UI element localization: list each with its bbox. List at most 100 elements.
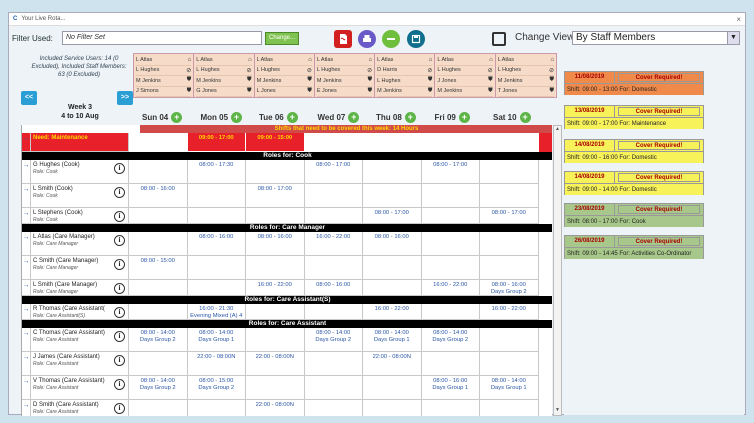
shift-cell[interactable]: 16:00 - 22:00: [304, 232, 363, 256]
staff-row[interactable]: G Jones ⛊: [196, 87, 252, 97]
shift-cell[interactable]: 16:00 - 21:30 Evening Mixed (A) 4: [187, 304, 246, 320]
staff-row[interactable]: M Jenkins ⛊: [196, 76, 252, 87]
staff-row[interactable]: E Jones ⛊: [316, 87, 373, 97]
add-icon[interactable]: +: [286, 111, 298, 123]
cover-required-badge[interactable]: Cover Required!: [618, 141, 700, 150]
shift-cell[interactable]: [421, 232, 480, 256]
row-expand-icon[interactable]: →: [22, 352, 31, 376]
staff-row[interactable]: L Atlas ⌂: [437, 55, 493, 66]
staff-row[interactable]: L Hughes ⛊: [377, 76, 433, 87]
shift-cell[interactable]: [422, 400, 480, 416]
info-icon[interactable]: i: [114, 211, 125, 222]
shift-cell[interactable]: 16:00 - 22:00: [421, 280, 480, 296]
staff-row[interactable]: M Jenkins ⛊: [136, 76, 192, 87]
shift-cell[interactable]: [187, 184, 246, 208]
add-icon[interactable]: +: [231, 111, 243, 123]
row-expand-icon[interactable]: →: [22, 184, 31, 208]
row-expand-icon[interactable]: →: [22, 328, 31, 352]
row-expand-icon[interactable]: →: [22, 376, 31, 400]
staff-row[interactable]: L Hughes ⊘: [136, 66, 192, 76]
cover-alert[interactable]: 26/08/2019 Cover Required! Shift: 09:00 - …: [564, 235, 704, 259]
staff-row[interactable]: L Jones ⛊: [256, 87, 312, 97]
shift-cell[interactable]: 22:00 - 08:00N: [246, 400, 305, 416]
shift-cell[interactable]: 08:00 - 17:00: [363, 208, 422, 224]
staff-row[interactable]: L Hughes ⊘: [316, 66, 373, 76]
shift-cell[interactable]: [188, 400, 246, 416]
shift-cell[interactable]: 08:00 - 14:00 Days Group 1: [363, 328, 422, 352]
staff-row[interactable]: M Jenkins ⛊: [316, 76, 373, 87]
shift-cell[interactable]: [246, 304, 305, 320]
shift-cell[interactable]: [246, 256, 305, 280]
staff-row[interactable]: L Atlas ⌂: [196, 55, 252, 66]
info-icon[interactable]: i: [114, 379, 125, 390]
staff-row[interactable]: M Jenkins ⛊: [256, 76, 312, 87]
shift-cell[interactable]: [187, 208, 246, 224]
info-icon[interactable]: i: [114, 403, 125, 414]
shift-cell[interactable]: [421, 256, 480, 280]
staff-row[interactable]: D Harris ⊘: [377, 66, 433, 76]
shift-cell[interactable]: [421, 208, 480, 224]
shift-cell[interactable]: 08:00 - 16:00 Days Group 1: [421, 376, 480, 400]
shift-cell[interactable]: [304, 184, 363, 208]
shift-cell[interactable]: [304, 256, 363, 280]
staff-row[interactable]: M Jenkins ⛊: [437, 87, 493, 97]
cover-alert[interactable]: 14/08/2019 Cover Required! Shift: 09:00 - …: [564, 171, 704, 195]
shift-cell[interactable]: [246, 160, 305, 184]
shift-cell[interactable]: 08:00 - 16:00: [304, 280, 363, 296]
shift-cell[interactable]: 08:00 - 15:00 Days Group 2: [187, 376, 246, 400]
shift-cell[interactable]: 22:00 - 08:00N: [187, 352, 246, 376]
shift-cell[interactable]: 08:00 - 17:30: [187, 160, 246, 184]
scroll-down-icon[interactable]: ▼: [554, 407, 561, 415]
shift-cell[interactable]: [363, 376, 422, 400]
shift-cell[interactable]: [304, 304, 363, 320]
row-expand-icon[interactable]: →: [22, 133, 31, 152]
shift-cell[interactable]: [480, 232, 539, 256]
shift-cell[interactable]: [421, 133, 480, 152]
cover-required-badge[interactable]: Cover Required!: [618, 73, 700, 82]
shift-cell[interactable]: [363, 160, 422, 184]
rota-scrollbar[interactable]: ▲ ▼: [553, 125, 562, 416]
shift-cell[interactable]: [304, 352, 363, 376]
shift-cell[interactable]: [129, 352, 188, 376]
shift-cell[interactable]: [129, 133, 188, 152]
shift-cell[interactable]: 08:00 - 14:00 Days Group 1: [480, 376, 539, 400]
info-icon[interactable]: i: [114, 187, 125, 198]
shift-cell[interactable]: 09:00 - 17:00: [187, 133, 246, 152]
info-icon[interactable]: i: [114, 307, 125, 318]
staff-row[interactable]: J Jones ⛊: [437, 76, 493, 87]
minus-icon[interactable]: [382, 30, 400, 48]
prev-week-button[interactable]: <<: [21, 91, 37, 105]
staff-row[interactable]: L Hughes ⊘: [437, 66, 493, 76]
shift-cell[interactable]: [305, 400, 363, 416]
staff-row[interactable]: L Atlas ⌂: [136, 55, 192, 66]
shift-cell[interactable]: 16:00 - 22:00: [363, 304, 422, 320]
staff-row[interactable]: T Jones ⛊: [497, 87, 554, 97]
staff-row[interactable]: J Simons ⛊: [136, 87, 192, 97]
shift-cell[interactable]: 08:00 - 15:00: [129, 256, 188, 280]
shift-cell[interactable]: [363, 184, 422, 208]
add-icon[interactable]: +: [404, 111, 416, 123]
print-icon[interactable]: [358, 30, 376, 48]
shift-cell[interactable]: [304, 133, 363, 152]
shift-cell[interactable]: 08:00 - 17:00: [480, 208, 539, 224]
staff-row[interactable]: L Atlas ⌂: [377, 55, 433, 66]
add-icon[interactable]: +: [458, 111, 470, 123]
row-expand-icon[interactable]: →: [22, 232, 31, 256]
shift-cell[interactable]: 09:00 - 15:00: [246, 133, 305, 152]
staff-row[interactable]: L Hughes ⊘: [196, 66, 252, 76]
info-icon[interactable]: i: [114, 355, 125, 366]
shift-cell[interactable]: 08:00 - 14:00 Days Group 1: [187, 328, 246, 352]
staff-row[interactable]: L Hughes ⊘: [256, 66, 312, 76]
shift-cell[interactable]: [246, 328, 305, 352]
shift-cell[interactable]: 08:00 - 14:00 Days Group 2: [129, 328, 188, 352]
info-icon[interactable]: i: [114, 163, 125, 174]
shift-cell[interactable]: 08:00 - 16:00: [246, 232, 305, 256]
change-filter-button[interactable]: Change...: [265, 32, 299, 45]
shift-cell[interactable]: 08:00 - 17:00: [421, 160, 480, 184]
shift-cell[interactable]: [363, 133, 422, 152]
info-icon[interactable]: i: [114, 235, 125, 246]
change-view-select[interactable]: By Staff Members ▼: [572, 31, 740, 45]
shift-cell[interactable]: 08:00 - 16:00 Days Group 2: [480, 280, 539, 296]
row-expand-icon[interactable]: →: [22, 280, 31, 296]
save-icon[interactable]: [407, 30, 425, 48]
